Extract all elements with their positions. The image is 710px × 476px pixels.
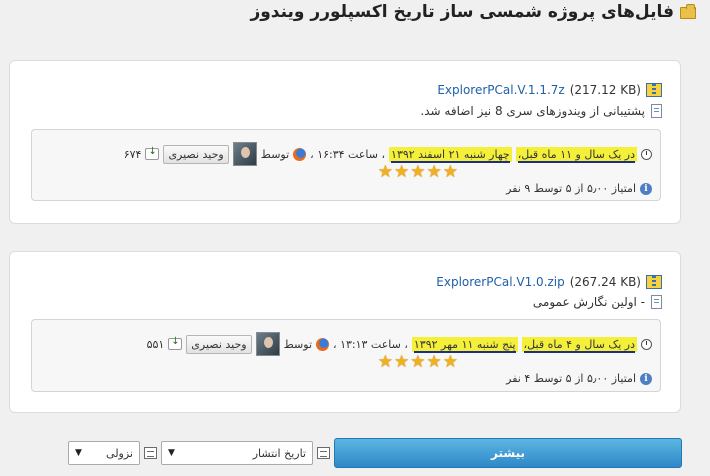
- download-icon: [145, 146, 160, 160]
- sort-field-select[interactable]: تاریخ انتشار ▼: [161, 441, 313, 465]
- upload-date: پنج شنبه ۱۱ مهر ۱۳۹۲: [411, 336, 518, 353]
- file-description-row: پشتیبانی از ویندوزهای سری 8 نیز اضافه شد…: [420, 104, 662, 118]
- uploader-button[interactable]: وحید نصیری: [186, 334, 252, 354]
- upload-time: ، ساعت ۱۶:۳۴ ،: [310, 147, 386, 161]
- info-icon: i: [640, 182, 652, 195]
- sort-order-select[interactable]: نزولی ▼: [68, 441, 140, 465]
- download-count: ۶۷۴: [123, 147, 142, 161]
- star-icon[interactable]: ★: [394, 164, 409, 181]
- star-icon[interactable]: ★: [410, 354, 425, 371]
- file-size: (267.24 KB): [569, 275, 641, 289]
- file-info-box: در یک سال و ۴ ماه قبل، پنج شنبه ۱۱ مهر ۱…: [31, 319, 661, 392]
- avatar[interactable]: [255, 332, 280, 356]
- star-icon[interactable]: ★: [443, 354, 458, 371]
- file-download-link[interactable]: ExplorerPCal.V.1.1.7z: [437, 83, 564, 97]
- file-description: پشتیبانی از ویندوزهای سری 8 نیز اضافه شد…: [420, 104, 645, 118]
- file-card: (217.12 KB) ExplorerPCal.V.1.1.7z پشتیبا…: [9, 60, 681, 224]
- rating-summary: i امتیاز ۵٫۰۰ از ۵ توسط ۹ نفر: [378, 182, 652, 195]
- document-icon: [651, 104, 662, 118]
- sort-order-icon: [144, 447, 157, 459]
- page-header: فایل‌های پروژه شمسی ساز تاریخ اکسپلورر و…: [250, 2, 696, 22]
- file-info-box: در یک سال و ۱۱ ماه قبل، چهار شنبه ۲۱ اسف…: [31, 129, 661, 201]
- sort-field-icon: [317, 447, 330, 459]
- file-card: (267.24 KB) ExplorerPCal.V1.0.zip - اولی…: [9, 251, 681, 413]
- file-size: (217.12 KB): [569, 83, 641, 97]
- rating-stars: ★ ★ ★ ★ ★: [378, 354, 458, 371]
- upload-age: در یک سال و ۱۱ ماه قبل،: [515, 146, 637, 163]
- file-download-link[interactable]: ExplorerPCal.V1.0.zip: [436, 275, 564, 289]
- info-icon: i: [640, 372, 652, 385]
- rating-text: امتیاز ۵٫۰۰ از ۵ توسط ۹ نفر: [506, 182, 636, 195]
- chevron-down-icon: ▼: [75, 448, 82, 458]
- star-icon[interactable]: ★: [410, 164, 425, 181]
- firefox-icon: [293, 147, 307, 161]
- zip-icon: [646, 83, 662, 97]
- upload-time: ، ساعت ۱۳:۱۳ ،: [333, 337, 408, 351]
- download-icon: [168, 336, 183, 350]
- document-icon: [651, 295, 662, 309]
- star-icon[interactable]: ★: [378, 354, 393, 371]
- upload-age: در یک سال و ۴ ماه قبل،: [521, 336, 637, 353]
- star-icon[interactable]: ★: [443, 164, 458, 181]
- star-icon[interactable]: ★: [378, 164, 393, 181]
- uploader-button[interactable]: وحید نصیری: [163, 144, 229, 164]
- sort-order-value: نزولی: [106, 446, 133, 460]
- zip-icon: [646, 275, 662, 289]
- avatar[interactable]: [232, 142, 257, 166]
- file-header: (267.24 KB) ExplorerPCal.V1.0.zip: [436, 275, 662, 289]
- more-button[interactable]: بیشتر: [334, 438, 682, 468]
- star-icon[interactable]: ★: [394, 354, 409, 371]
- firefox-icon: [316, 337, 330, 351]
- star-icon[interactable]: ★: [427, 354, 442, 371]
- by-label: توسط: [283, 337, 313, 351]
- chevron-down-icon: ▼: [168, 448, 175, 458]
- by-label: توسط: [260, 147, 290, 161]
- page-title: فایل‌های پروژه شمسی ساز تاریخ اکسپلورر و…: [250, 2, 674, 22]
- clock-icon: [641, 338, 652, 350]
- rating-text: امتیاز ۵٫۰۰ از ۵ توسط ۴ نفر: [506, 372, 636, 385]
- clock-icon: [641, 148, 652, 160]
- file-description-row: - اولین نگارش عمومی: [533, 295, 662, 309]
- rating-area: ★ ★ ★ ★ ★ i امتیاز ۵٫۰۰ از ۵ توسط ۴ نفر: [378, 354, 652, 385]
- file-header: (217.12 KB) ExplorerPCal.V.1.1.7z: [437, 83, 662, 97]
- download-count: ۵۵۱: [146, 337, 165, 351]
- folder-icon: [680, 4, 696, 19]
- rating-summary: i امتیاز ۵٫۰۰ از ۵ توسط ۴ نفر: [378, 372, 652, 385]
- star-icon[interactable]: ★: [427, 164, 442, 181]
- upload-date: چهار شنبه ۲۱ اسفند ۱۳۹۲: [389, 146, 512, 163]
- rating-area: ★ ★ ★ ★ ★ i امتیاز ۵٫۰۰ از ۵ توسط ۹ نفر: [378, 164, 652, 195]
- sort-field-value: تاریخ انتشار: [252, 446, 306, 460]
- file-description: - اولین نگارش عمومی: [532, 295, 645, 309]
- bottom-controls: بیشتر تاریخ انتشار ▼ نزولی ▼: [37, 438, 682, 468]
- rating-stars: ★ ★ ★ ★ ★: [378, 164, 458, 181]
